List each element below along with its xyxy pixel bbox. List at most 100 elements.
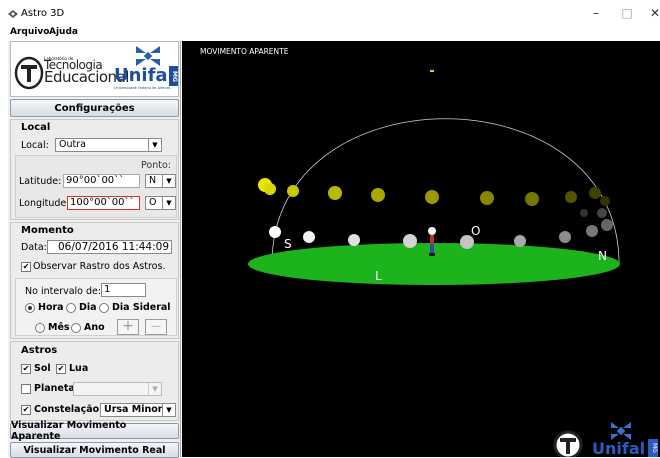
data-label: Data: [21,242,47,253]
sol-checkbox[interactable]: ✔ [21,364,31,374]
chevron-down-icon: ▼ [162,404,175,416]
ano-radio[interactable] [71,323,81,333]
visualizar-real-button[interactable]: Visualizar Movimento Real [10,442,179,458]
latitude-field[interactable]: 90°00`00`` [63,174,140,188]
constelacao-dropdown[interactable]: Ursa Minor ▼ [100,403,176,417]
app-icon [8,10,18,18]
menu-ajuda[interactable]: Ajuda [49,27,78,37]
south-label: S [284,237,292,251]
sun-position [287,185,299,197]
window-title: Astro 3D [21,8,65,19]
chevron-down-icon: ▼ [162,197,175,209]
moon-position [514,235,526,247]
sun-position [565,191,577,203]
minus-button[interactable]: — [145,319,167,335]
longitude-dir: O [149,197,157,208]
dia-sideral-radio[interactable] [99,303,109,313]
close-button[interactable]: ✕ [648,6,660,20]
local-heading: Local [21,122,51,133]
latitude-label: Latitude: [19,176,62,187]
menu-bar: Arquivo Ajuda [0,26,660,40]
control-panel: Laboratório de Tecnologia Educacional Un… [8,41,181,458]
lua-label: Lua [69,363,89,374]
moon-position [303,231,315,243]
lua-checkbox[interactable]: ✔ [56,364,66,374]
logo-mg-badge: MG [169,66,178,86]
ano-label: Ano [84,322,105,333]
dia-sideral-label: Dia Sideral [112,302,171,313]
moon-position [269,226,281,238]
local-label: Local: [21,140,49,151]
rastro-checkbox[interactable]: ✔ [21,262,31,272]
moon-position [403,234,417,248]
rastro-label: Observar Rastro dos Astros. [33,261,166,272]
local-dropdown[interactable]: Outra ▼ [55,138,162,152]
brand-mg-badge: MG [648,439,658,457]
te-logo-icon [553,430,583,457]
logo-sub: Universidade Federal de Alfenas [114,86,171,90]
sun-trail [258,178,610,206]
hora-radio[interactable] [25,303,35,313]
astros-heading: Astros [21,345,58,356]
sun-position [371,188,385,202]
logo-brand: Unifal [114,65,174,86]
moon-position [601,219,613,231]
data-field[interactable]: 06/07/2016 11:44:09 [47,240,172,254]
north-label: N [598,249,607,263]
momento-section: Momento Data: 06/07/2016 11:44:09 ✔ Obse… [10,222,179,339]
ponto-label: Ponto: [141,160,171,171]
sun-position [480,191,494,205]
maximize-button[interactable]: □ [620,6,634,20]
moon-position [597,208,607,218]
hora-label: Hora [38,302,64,313]
latitude-dir: N [149,175,157,186]
planeta-dropdown[interactable]: ▼ [73,382,162,396]
configuracoes-header[interactable]: Configurações [10,99,179,117]
minimize-button[interactable]: – [589,6,603,20]
planeta-label: Planeta: [34,383,79,394]
local-section: Local Local: Outra ▼ Ponto: Latitude: 90… [10,119,179,220]
brand-watermark: Unifal [592,439,646,457]
dia-label: Dia [79,302,97,313]
sky-view[interactable]: MOVIMENTO APARENTE S N L O Unifal MG [182,41,660,457]
longitude-field[interactable]: 100°00`00`` [67,196,140,210]
planeta-checkbox[interactable] [21,384,31,394]
title-bar: Astro 3D – □ ✕ [0,0,660,26]
moon-position [559,231,571,243]
dia-radio[interactable] [66,303,76,313]
longitude-label: Longitude: [19,198,70,209]
unifal-star-icon [611,422,631,440]
chevron-down-icon: ▼ [162,175,175,187]
local-value: Outra [59,139,86,150]
constelacao-value: Ursa Minor [104,404,163,415]
interval-field[interactable]: 1 [101,283,146,297]
institution-logo: Laboratório de Tecnologia Educacional Un… [10,41,179,97]
latitude-dir-dropdown[interactable]: N ▼ [145,174,176,188]
sun-position [525,192,539,206]
moon-trail [269,208,613,249]
sun-position [328,186,342,200]
astros-section: Astros ✔ Sol ✔ Lua Planeta: ▼ ✔ Constela… [10,341,179,421]
visualizar-aparente-button[interactable]: Visualizar Movimento Aparente [10,420,179,442]
sun-position [425,190,439,204]
interval-label: No intervalo de: [25,286,102,297]
sun-position [264,183,276,195]
momento-heading: Momento [21,225,74,236]
mes-label: Mês [48,322,70,333]
sun-position [589,187,601,199]
longitude-dir-dropdown[interactable]: O ▼ [145,196,176,210]
moon-position [348,234,360,246]
constelacao-label: Constelação: [34,404,103,415]
sol-label: Sol [34,363,51,374]
mes-radio[interactable] [35,323,45,333]
constelacao-checkbox[interactable]: ✔ [21,405,31,415]
east-label: L [375,269,382,283]
moon-position [586,225,598,237]
menu-arquivo[interactable]: Arquivo [10,27,49,37]
west-label: O [471,224,481,238]
chevron-down-icon: ▼ [148,139,161,151]
chevron-down-icon: ▼ [148,383,161,395]
celestial-scene [248,70,620,285]
te-logo-icon [14,56,44,90]
plus-button[interactable]: + [117,319,139,335]
